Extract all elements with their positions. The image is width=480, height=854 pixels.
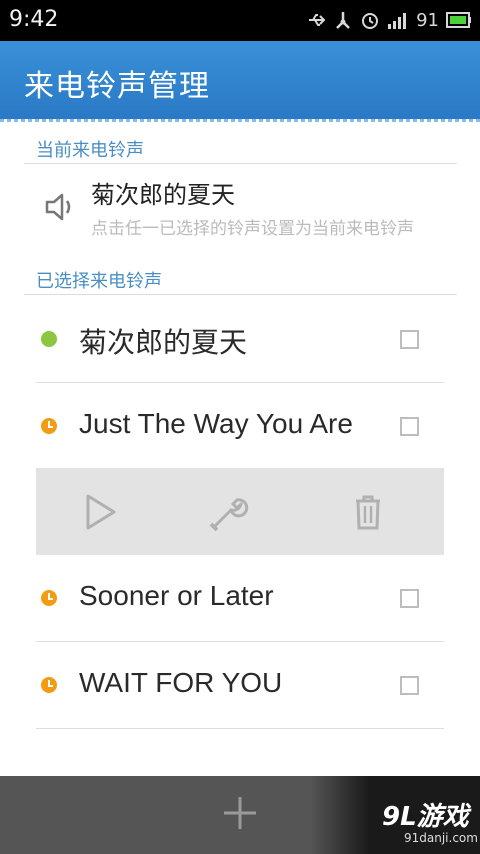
ringtone-checkbox[interactable]: [400, 330, 419, 349]
list-item[interactable]: 菊次郎的夏天: [36, 296, 444, 383]
ringtone-checkbox[interactable]: [400, 676, 419, 695]
alarm-icon: [362, 13, 379, 29]
ringtone-action-strip: [36, 468, 444, 555]
clock-dot-icon: [41, 418, 57, 434]
active-dot-icon: [41, 331, 57, 347]
speaker-icon: [45, 193, 71, 221]
usb-icon: [309, 14, 326, 26]
current-ringtone-header: 当前来电铃声: [24, 136, 457, 164]
ringtone-checkbox[interactable]: [400, 417, 419, 436]
ringtone-name: WAIT FOR YOU: [79, 667, 283, 698]
current-ringtone: 菊次郎的夏天 点击任一已选择的铃声设置为当前来电铃声: [36, 170, 446, 250]
wrench-icon[interactable]: [207, 492, 251, 532]
ringtone-name: Sooner or Later: [79, 580, 274, 611]
list-item[interactable]: Sooner or Later: [36, 555, 444, 642]
status-time: 9:42: [9, 7, 59, 32]
current-ringtone-name: 菊次郎的夏天: [91, 181, 235, 209]
watermark: 9L游戏 91danji.com: [310, 776, 480, 854]
bottom-bar: 9L游戏 91danji.com: [0, 776, 480, 854]
clock-dot-icon: [41, 677, 57, 693]
content-area: 当前来电铃声 菊次郎的夏天 点击任一已选择的铃声设置为当前来电铃声 已选择来电铃…: [0, 122, 480, 776]
list-item[interactable]: WAIT FOR YOU: [36, 642, 444, 729]
app-bar: 来电铃声管理: [0, 41, 480, 122]
status-icons: 91: [306, 8, 472, 32]
ringtone-checkbox[interactable]: [400, 589, 419, 608]
battery-level: 91: [416, 9, 439, 31]
ringtone-name: Just The Way You Are: [79, 408, 353, 439]
sync-icon: [336, 12, 350, 29]
signal-icon: [388, 13, 407, 29]
battery-icon: [446, 12, 471, 28]
clock-dot-icon: [41, 590, 57, 606]
play-icon[interactable]: [80, 492, 120, 532]
list-item[interactable]: Just The Way You Are: [36, 383, 444, 470]
plus-icon[interactable]: [222, 795, 258, 831]
current-ringtone-hint: 点击任一已选择的铃声设置为当前来电铃声: [91, 219, 414, 239]
watermark-brand: 9L游戏: [382, 802, 469, 832]
page-title: 来电铃声管理: [24, 69, 210, 104]
status-bar: 9:42 91: [0, 0, 480, 41]
ringtone-name: 菊次郎的夏天: [79, 327, 248, 358]
watermark-site: 91danji.com: [404, 831, 478, 845]
selected-ringtones-header: 已选择来电铃声: [24, 267, 457, 295]
trash-icon[interactable]: [348, 492, 388, 532]
